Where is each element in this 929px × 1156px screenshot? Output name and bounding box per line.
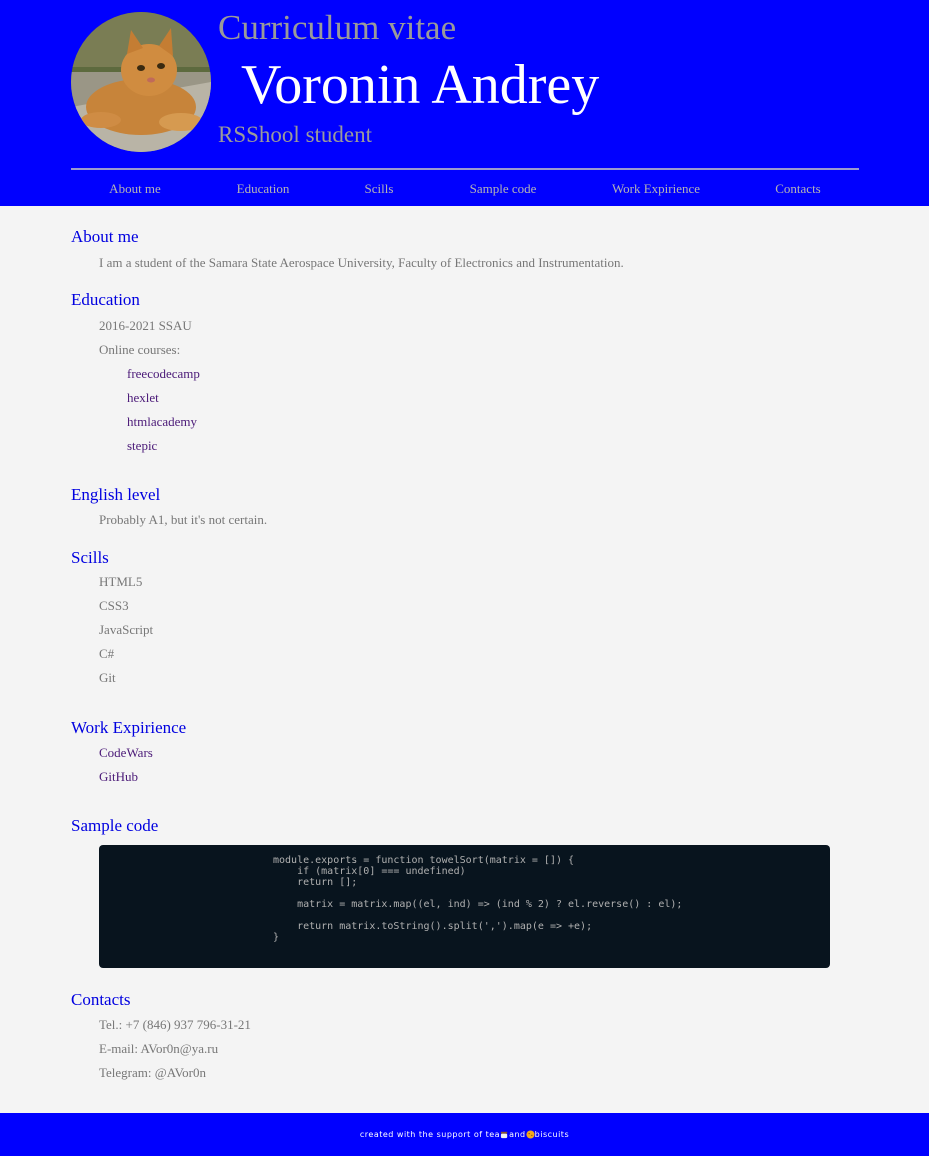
skill-item: JavaScript (99, 622, 154, 637)
contacts-heading: Contacts (71, 990, 131, 1009)
about-heading: About me (71, 227, 139, 246)
education-heading: Education (71, 290, 140, 309)
footer-text-b: and (509, 1130, 526, 1139)
footer-text-c: biscuits (534, 1130, 570, 1139)
skill-item: HTML5 (99, 574, 143, 589)
subtitle: RSShool student (218, 122, 373, 147)
nav-skills[interactable]: Scills (365, 178, 394, 200)
code-block: module.exports = function towelSort(matr… (99, 845, 830, 968)
course-link-hexlet[interactable]: hexlet (127, 389, 159, 407)
work-heading: Work Expirience (71, 718, 187, 737)
avatar (71, 12, 211, 152)
footer-text-a: created with the support of tea (359, 1130, 501, 1139)
work-link-codewars[interactable]: CodeWars (99, 744, 153, 762)
header-divider (71, 168, 859, 170)
cv-label: Curriculum vitae (218, 8, 457, 47)
nav-sample-code[interactable]: Sample code (470, 178, 537, 200)
tea-cup-icon (500, 1131, 508, 1139)
course-link-htmlacademy[interactable]: htmlacademy (127, 413, 197, 431)
code-text: module.exports = function towelSort(matr… (273, 855, 683, 943)
skill-item: CSS3 (99, 598, 129, 613)
biscuit-icon (526, 1130, 535, 1139)
work-link-github[interactable]: GitHub (99, 768, 138, 786)
page-footer: created with the support of tea and bisc… (0, 1113, 929, 1156)
course-link-freecodecamp[interactable]: freecodecamp (127, 365, 200, 383)
sample-code-heading: Sample code (71, 816, 159, 835)
english-text: Probably A1, but it's not certain. (99, 512, 268, 527)
education-university: 2016-2021 SSAU (99, 318, 192, 333)
contact-email: E-mail: AVor0n@ya.ru (99, 1041, 219, 1056)
nav-education[interactable]: Education (237, 178, 290, 200)
page-header: Curriculum vitae Voronin Andrey RSShool … (0, 0, 929, 206)
contact-telegram: Telegram: @AVor0n (99, 1065, 206, 1080)
contact-phone: Tel.: +7 (846) 937 796-31-21 (99, 1017, 251, 1032)
page-title: Voronin Andrey (241, 54, 600, 116)
education-online-label: Online courses: (99, 342, 181, 357)
skill-item: Git (99, 670, 116, 685)
course-link-stepic[interactable]: stepic (127, 437, 157, 455)
nav-about[interactable]: About me (109, 178, 161, 200)
skill-item: C# (99, 646, 115, 661)
english-heading: English level (71, 485, 161, 504)
skills-heading: Scills (71, 548, 109, 567)
nav-contacts[interactable]: Contacts (775, 178, 821, 200)
nav-work[interactable]: Work Expirience (612, 178, 700, 200)
about-text: I am a student of the Samara State Aeros… (99, 255, 624, 270)
main-nav: About me Education Scills Sample code Wo… (71, 178, 859, 200)
cat-photo-image (71, 12, 211, 152)
